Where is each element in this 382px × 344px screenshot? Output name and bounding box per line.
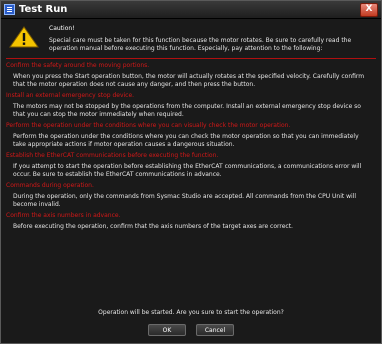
test-run-dialog: Test Run X Caution! Special care must be…	[0, 0, 382, 344]
title-bar: Test Run X	[1, 1, 381, 19]
cancel-button[interactable]: Cancel	[196, 324, 234, 336]
section-heading: Confirm the axis numbers in advance.	[6, 212, 121, 219]
section-body: Before executing the operation, confirm …	[13, 223, 293, 230]
section-body: When you press the Start operation butto…	[13, 73, 365, 88]
section-body: Perform the operation under the conditio…	[13, 133, 359, 148]
section-emergency-stop: Install an external emergency stop devic…	[6, 92, 376, 119]
section-heading: Commands during operation.	[6, 182, 94, 189]
section-ethercat: Establish the EtherCAT communications be…	[6, 152, 376, 179]
section-body: If you attempt to start the operation be…	[13, 163, 362, 178]
section-body: During the operation, only the commands …	[13, 193, 357, 208]
ok-button[interactable]: OK	[148, 324, 186, 336]
button-row: OK Cancel	[1, 324, 381, 336]
section-safety: Confirm the safety around the moving por…	[6, 62, 376, 89]
dialog-content: Caution! Special care must be taken for …	[1, 19, 381, 231]
close-button[interactable]: X	[360, 3, 378, 17]
section-axis-numbers: Confirm the axis numbers in advance. Bef…	[6, 212, 376, 231]
caution-block: Caution! Special care must be taken for …	[6, 23, 376, 53]
divider	[6, 58, 376, 59]
section-heading: Confirm the safety around the moving por…	[6, 62, 150, 69]
caution-text-group: Caution! Special care must be taken for …	[49, 23, 376, 53]
window-title: Test Run	[19, 4, 68, 15]
dialog-footer: Operation will be started. Are you sure …	[1, 309, 381, 336]
app-window-icon	[4, 4, 15, 15]
section-heading: Perform the operation under the conditio…	[6, 122, 291, 129]
section-body: The motors may not be stopped by the ope…	[13, 103, 361, 118]
section-visual-check: Perform the operation under the conditio…	[6, 122, 376, 149]
section-heading: Establish the EtherCAT communications be…	[6, 152, 219, 159]
confirm-question: Operation will be started. Are you sure …	[98, 309, 284, 316]
caution-text: Special care must be taken for this func…	[49, 37, 352, 52]
warning-triangle-icon	[9, 26, 39, 48]
caution-title: Caution!	[49, 25, 75, 32]
section-commands: Commands during operation. During the op…	[6, 182, 376, 209]
section-heading: Install an external emergency stop devic…	[6, 92, 135, 99]
